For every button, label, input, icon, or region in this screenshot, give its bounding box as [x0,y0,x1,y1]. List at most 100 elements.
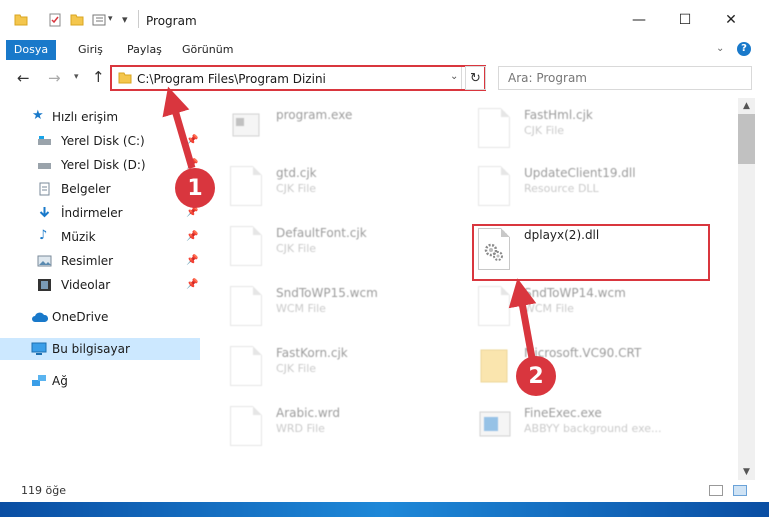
minimize-button[interactable]: — [616,0,662,40]
callout-badge-2: 2 [516,356,556,396]
back-icon[interactable]: ← [17,69,30,87]
nav-quick-access[interactable]: ★ Hızlı erişim [0,106,200,128]
file-type: WCM File [276,302,326,315]
item-count: 119 öğe [21,484,66,497]
nav-label: OneDrive [52,310,109,324]
pin-icon[interactable]: 📌 [186,279,198,290]
scroll-down-icon[interactable]: ▼ [738,464,755,480]
pin-icon[interactable]: 📌 [186,231,198,242]
videos-icon [38,279,51,291]
expand-ribbon-icon[interactable]: ⌄ [716,43,724,54]
file-item[interactable]: Arabic.wrd WRD File [230,406,460,464]
refresh-button[interactable]: ↻ [465,66,486,90]
file-item[interactable]: DefaultFont.cjk CJK File [230,226,460,284]
tab-view[interactable]: Görünüm [182,40,233,60]
close-button[interactable]: ✕ [708,0,754,40]
callout-badge-1: 1 [175,168,215,208]
details-view-icon[interactable] [709,485,723,496]
large-icons-view-icon[interactable] [733,485,747,496]
cloud-icon [32,312,48,322]
network-icon [32,375,46,386]
music-icon: ♪ [39,228,48,243]
nav-item-videos[interactable]: Videolar 📌 [0,274,200,296]
file-item[interactable]: SndToWP14.wcm WCM File [478,286,708,344]
file-item[interactable]: Microsoft.VC90.CRT [478,346,708,404]
nav-item-documents[interactable]: Belgeler 📌 [0,178,200,200]
nav-item-drive-d[interactable]: Yerel Disk (D:) 📌 [0,154,200,176]
chevron-down-icon[interactable]: ▾ [108,14,113,24]
status-bar: 119 öğe [0,480,769,502]
pictures-icon [37,255,52,267]
title-bar: ▾ ▾ Program — ☐ ✕ [0,0,769,40]
nav-label: Yerel Disk (D:) [61,158,146,172]
window-title: Program [146,14,197,28]
nav-item-music[interactable]: ♪ Müzik 📌 [0,226,200,248]
computer-icon [31,342,47,355]
file-icon [230,286,262,326]
file-item[interactable]: FastKorn.cjk CJK File [230,346,460,404]
file-type: WRD File [276,422,325,435]
file-icon [478,286,510,326]
exe-icon [232,113,260,137]
forward-icon[interactable]: → [48,69,61,87]
file-name: gtd.cjk [276,166,317,180]
help-icon[interactable]: ? [737,42,751,56]
desktop-background [0,502,769,517]
file-item[interactable]: FastHml.cjk CJK File [478,108,708,166]
scroll-up-icon[interactable]: ▲ [738,98,755,114]
file-icon [230,166,262,206]
nav-this-pc[interactable]: Bu bilgisayar [0,338,200,360]
maximize-button[interactable]: ☐ [662,0,708,40]
view-options-icon[interactable] [92,13,106,27]
file-list: program.exe gtd.cjk CJK File DefaultFont… [206,98,738,480]
file-type: CJK File [276,242,317,255]
up-icon[interactable]: ↑ [92,68,105,86]
ribbon-tabs: Dosya Giriş Paylaş Görünüm ⌄ ? [0,40,769,60]
tab-file[interactable]: Dosya [6,40,56,60]
file-name: Arabic.wrd [276,406,341,420]
file-name: FineExec.exe [524,406,602,420]
pin-icon[interactable]: 📌 [186,255,198,266]
file-item[interactable]: program.exe [230,108,460,166]
properties-icon[interactable] [48,13,62,27]
documents-icon [39,182,50,196]
recent-locations-icon[interactable]: ▾ [74,72,79,82]
pin-icon[interactable]: 📌 [186,207,198,218]
nav-label: İndirmeler [61,206,123,220]
nav-label: Ağ [52,374,68,388]
pin-icon[interactable]: 📌 [186,135,198,146]
title-divider [138,10,139,28]
new-folder-icon[interactable] [70,13,84,27]
nav-label: Resimler [61,254,114,268]
customize-qat-icon[interactable]: ▾ [122,13,128,26]
file-name: DefaultFont.cjk [276,226,367,240]
address-highlight-box [110,65,486,91]
nav-item-pictures[interactable]: Resimler 📌 [0,250,200,272]
file-highlight-box [472,224,710,281]
nav-item-downloads[interactable]: İndirmeler 📌 [0,202,200,224]
file-name: program.exe [276,108,353,122]
app-icon [479,411,511,437]
file-item[interactable]: gtd.cjk CJK File [230,166,460,224]
nav-label: Müzik [61,230,96,244]
nav-item-drive-c[interactable]: Yerel Disk (C:) 📌 [0,130,200,152]
file-item[interactable]: FineExec.exe ABBYY background exe... [478,406,708,464]
tab-home[interactable]: Giriş [78,40,103,60]
nav-network[interactable]: Ağ [0,370,200,392]
nav-label: Hızlı erişim [52,110,119,124]
nav-onedrive[interactable]: OneDrive [0,306,200,328]
nav-label: Videolar [61,278,111,292]
file-item[interactable]: SndToWP15.wcm WCM File [230,286,460,344]
file-type: CJK File [276,362,317,375]
file-name: SndToWP14.wcm [524,286,626,300]
file-type: CJK File [276,182,317,195]
file-type: ABBYY background exe... [524,422,662,435]
file-name: UpdateClient19.dll [524,166,636,180]
tab-share[interactable]: Paylaş [127,40,162,60]
nav-label: Bu bilgisayar [52,342,130,356]
scrollbar-thumb[interactable] [738,114,755,164]
file-item[interactable]: UpdateClient19.dll Resource DLL [478,166,708,224]
folder-icon [480,349,508,383]
search-input[interactable]: Ara: Program [508,71,587,85]
search-box[interactable]: Ara: Program [498,66,752,90]
